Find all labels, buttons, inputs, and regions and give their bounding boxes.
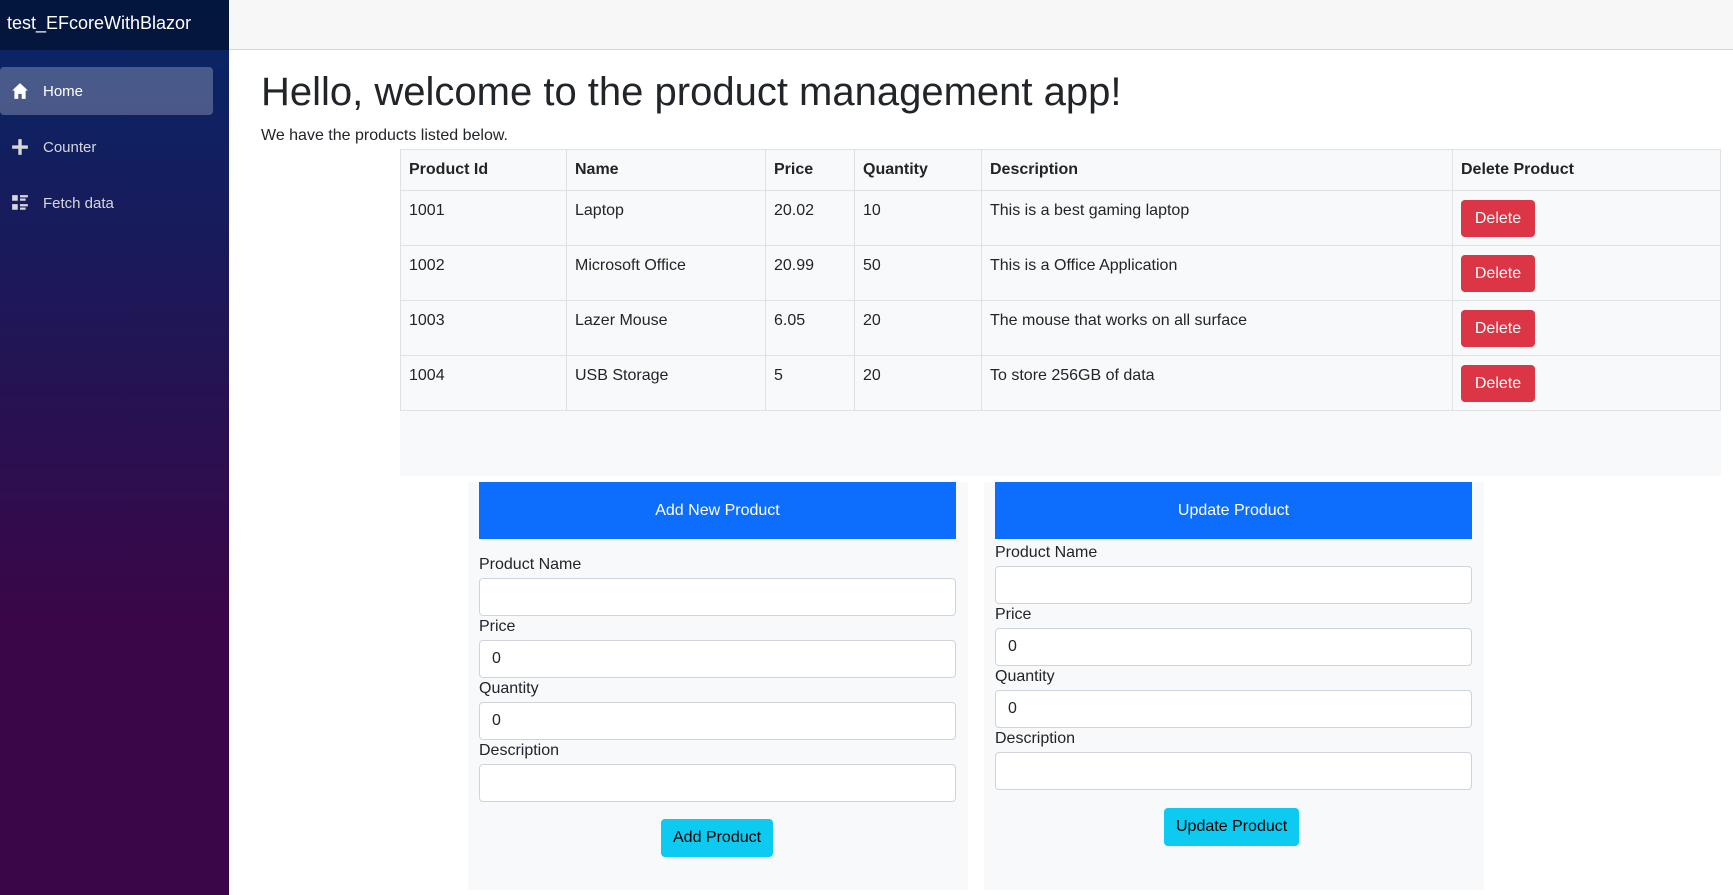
main-content: Hello, welcome to the product management…: [229, 50, 1733, 895]
add-quantity-input[interactable]: [479, 702, 956, 740]
column-header-quantity: Quantity: [854, 149, 982, 191]
cell-name: Microsoft Office: [566, 245, 766, 301]
update-product-button[interactable]: Update Product: [1164, 808, 1300, 846]
cell-quantity: 20: [854, 355, 982, 411]
delete-button[interactable]: Delete: [1461, 200, 1535, 237]
update-description-input[interactable]: [995, 752, 1472, 790]
add-description-label: Description: [479, 742, 560, 759]
add-product-card: Add New Product Product Name Price Quant…: [468, 482, 968, 890]
cell-description: To store 256GB of data: [981, 355, 1453, 411]
delete-button[interactable]: Delete: [1461, 310, 1535, 347]
column-header-delete: Delete Product: [1452, 149, 1721, 191]
table-row: 1003 Lazer Mouse 6.05 20 The mouse that …: [400, 300, 1721, 356]
table-header-row: Product Id Name Price Quantity Descripti…: [400, 149, 1721, 191]
list-rich-icon: [10, 193, 30, 213]
cell-name: Lazer Mouse: [566, 300, 766, 356]
cell-delete: Delete: [1452, 190, 1721, 246]
add-product-header: Add New Product: [479, 482, 956, 539]
sidebar-item-label: Fetch data: [43, 194, 114, 212]
cell-quantity: 20: [854, 300, 982, 356]
update-price-input[interactable]: [995, 628, 1472, 666]
cell-quantity: 50: [854, 245, 982, 301]
sidebar: test_EFcoreWithBlazor Home Counter Fetch…: [0, 0, 229, 895]
add-price-input[interactable]: [479, 640, 956, 678]
sidebar-item-fetch-data[interactable]: Fetch data: [0, 179, 213, 227]
table-row: 1004 USB Storage 5 20 To store 256GB of …: [400, 355, 1721, 411]
update-price-label: Price: [995, 606, 1032, 623]
cell-price: 5: [765, 355, 855, 411]
intro-text: We have the products listed below.: [261, 127, 508, 144]
update-description-label: Description: [995, 730, 1076, 747]
cell-description: This is a Office Application: [981, 245, 1453, 301]
cell-product-id: 1002: [400, 245, 567, 301]
delete-button[interactable]: Delete: [1461, 255, 1535, 292]
update-product-name-label: Product Name: [995, 544, 1098, 561]
top-row: [229, 0, 1733, 50]
add-product-button[interactable]: Add Product: [661, 819, 774, 857]
nav-menu: Home Counter Fetch data: [0, 50, 229, 227]
update-product-name-input[interactable]: [995, 566, 1472, 604]
add-price-label: Price: [479, 618, 516, 635]
add-quantity-label: Quantity: [479, 680, 539, 697]
products-table-container: Product Id Name Price Quantity Descripti…: [400, 149, 1721, 476]
sidebar-item-label: Home: [43, 82, 84, 100]
cell-price: 6.05: [765, 300, 855, 356]
page-title: Hello, welcome to the product management…: [261, 70, 1122, 114]
cell-delete: Delete: [1452, 245, 1721, 301]
update-quantity-label: Quantity: [995, 668, 1055, 685]
delete-button[interactable]: Delete: [1461, 365, 1535, 402]
table-row: 1001 Laptop 20.02 10 This is a best gami…: [400, 190, 1721, 246]
sidebar-item-home[interactable]: Home: [0, 67, 213, 115]
cell-name: Laptop: [566, 190, 766, 246]
products-table: Product Id Name Price Quantity Descripti…: [400, 149, 1721, 411]
cell-product-id: 1004: [400, 355, 567, 411]
cell-quantity: 10: [854, 190, 982, 246]
cell-product-id: 1001: [400, 190, 567, 246]
home-icon: [10, 81, 30, 101]
plus-icon: [10, 137, 30, 157]
cell-description: This is a best gaming laptop: [981, 190, 1453, 246]
cell-product-id: 1003: [400, 300, 567, 356]
column-header-price: Price: [765, 149, 855, 191]
update-product-card: Update Product Product Name Price Quanti…: [984, 482, 1484, 890]
add-product-name-label: Product Name: [479, 556, 582, 573]
sidebar-item-counter[interactable]: Counter: [0, 123, 213, 171]
cell-description: The mouse that works on all surface: [981, 300, 1453, 356]
add-description-input[interactable]: [479, 764, 956, 802]
cell-name: USB Storage: [566, 355, 766, 411]
column-header-product-id: Product Id: [400, 149, 567, 191]
sidebar-item-label: Counter: [43, 138, 97, 156]
update-quantity-input[interactable]: [995, 690, 1472, 728]
add-product-name-input[interactable]: [479, 578, 956, 616]
column-header-description: Description: [981, 149, 1453, 191]
column-header-name: Name: [566, 149, 766, 191]
cell-delete: Delete: [1452, 300, 1721, 356]
update-product-header: Update Product: [995, 482, 1472, 539]
app-brand[interactable]: test_EFcoreWithBlazor: [0, 0, 229, 50]
table-row: 1002 Microsoft Office 20.99 50 This is a…: [400, 245, 1721, 301]
cell-price: 20.02: [765, 190, 855, 246]
cell-price: 20.99: [765, 245, 855, 301]
cell-delete: Delete: [1452, 355, 1721, 411]
